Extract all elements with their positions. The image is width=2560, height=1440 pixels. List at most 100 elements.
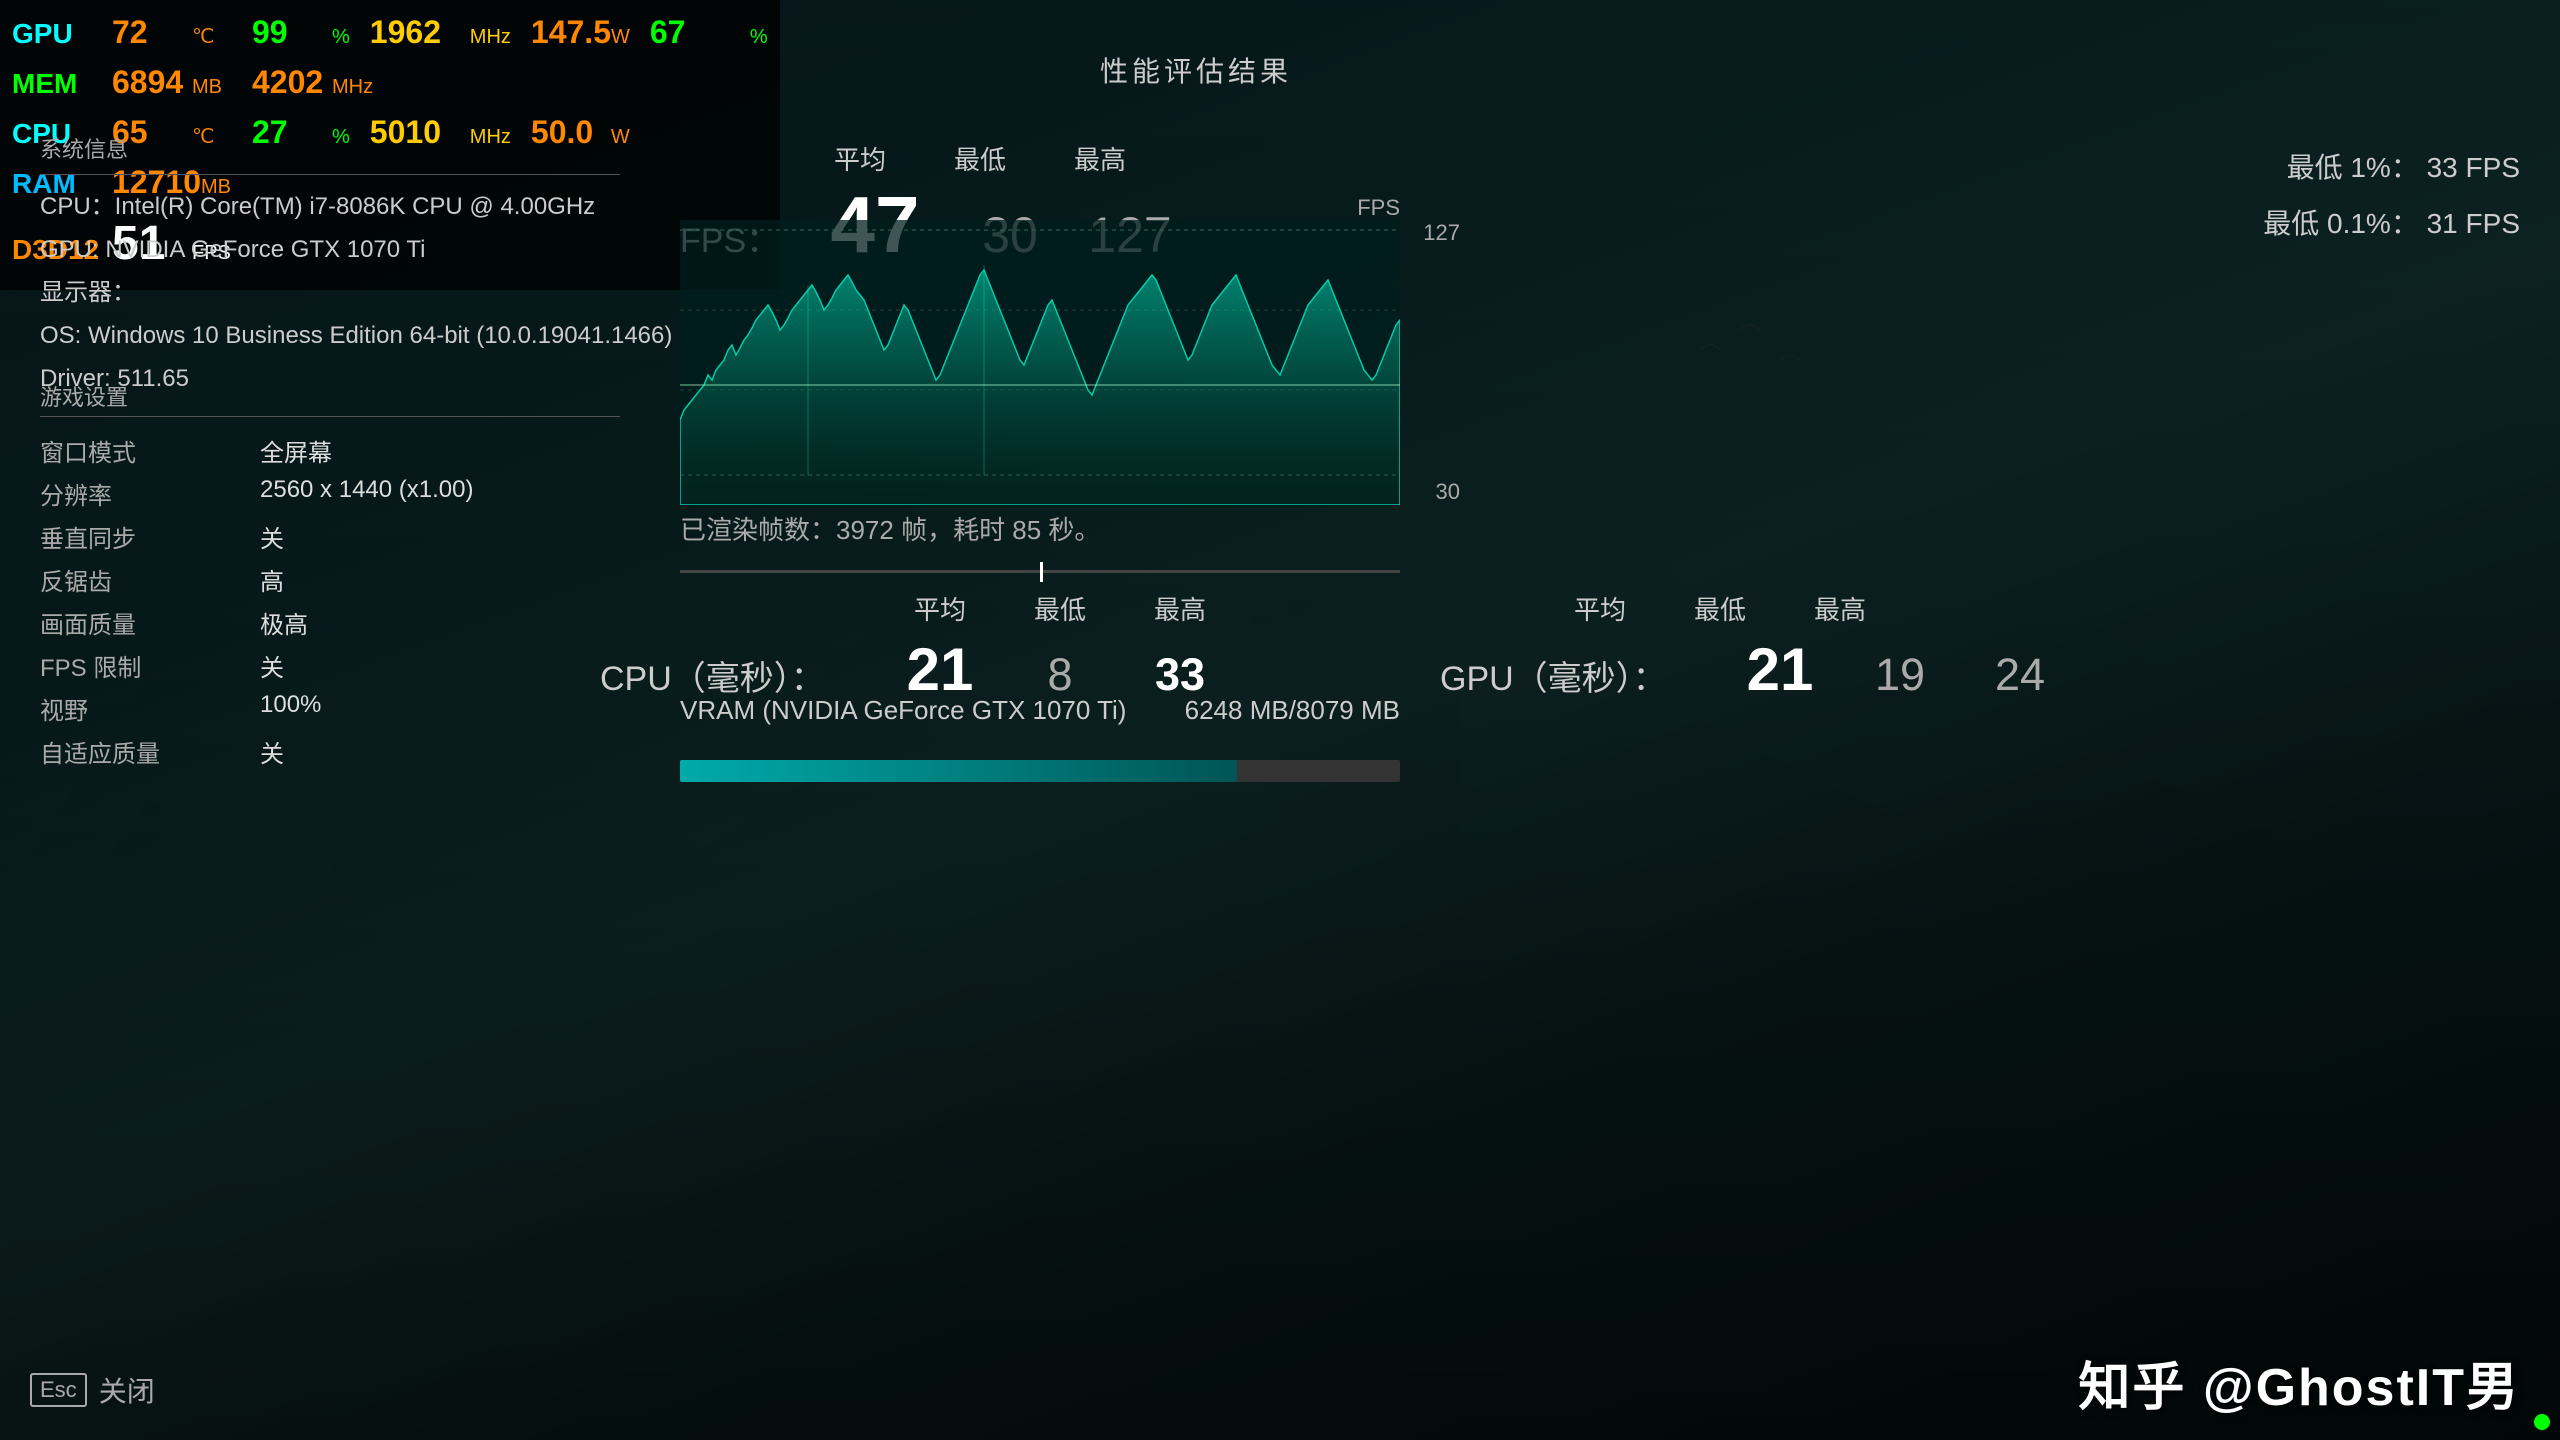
hud-gpu-usage-unit: % — [332, 22, 350, 52]
timeline-scrubber[interactable] — [680, 570, 1400, 573]
setting-fps-limit: FPS 限制 关 — [40, 648, 620, 683]
ms-avg-header: 平均 — [880, 590, 1000, 627]
pct1-row: 最低 1%： 33 FPS — [2263, 140, 2520, 196]
sys-info-title: 系统信息 — [40, 130, 620, 175]
ms-min-header: 最低 — [1000, 590, 1120, 627]
pct01-row: 最低 0.1%： 31 FPS — [2263, 196, 2520, 252]
cpu-ms-max: 33 — [1120, 649, 1240, 701]
pct01-val: 31 FPS — [2427, 208, 2520, 239]
sys-gpu-info: GPU: NVIDIA GeForce GTX 1070 Ti — [40, 228, 672, 271]
pct01-label: 最低 0.1%： — [2263, 208, 2419, 239]
vram-total: 8079 — [1296, 695, 1354, 725]
setting-aa-val: 高 — [260, 562, 284, 597]
setting-resolution: 分辨率 2560 x 1440 (x1.00) — [40, 476, 620, 511]
fps-max-header: 最高 — [1040, 140, 1160, 177]
cpu-ms-label: CPU（毫秒）： — [600, 651, 880, 700]
setting-quality: 画面质量 极高 — [40, 605, 620, 640]
hud-gpu-label: GPU — [12, 13, 112, 55]
render-info: 已渲染帧数：3972 帧，耗时 85 秒。 — [680, 510, 1100, 547]
setting-vsync-val: 关 — [260, 519, 284, 554]
hud-gpu-power: 147.5 — [531, 8, 611, 56]
setting-window-mode-val: 全屏幕 — [260, 433, 332, 468]
setting-adaptive-val: 关 — [260, 734, 284, 769]
setting-aa-key: 反锯齿 — [40, 562, 260, 597]
game-settings-title: 游戏设置 — [40, 380, 620, 417]
hud-mem-val: 6894 — [112, 58, 192, 106]
setting-fov: 视野 100% — [40, 691, 620, 726]
setting-window-mode-key: 窗口模式 — [40, 433, 260, 468]
hud-mem-row: MEM 6894MB 4202MHz — [12, 58, 768, 106]
setting-quality-val: 极高 — [260, 605, 308, 640]
ms-gpu-min-header: 最低 — [1660, 590, 1780, 627]
hud-gpu-power-unit: W — [611, 22, 630, 52]
setting-fps-limit-key: FPS 限制 — [40, 648, 260, 683]
fps-chart-area: FPS 127 30 — [680, 220, 1400, 505]
setting-adaptive: 自适应质量 关 — [40, 734, 620, 769]
sys-display-info: 显示器： — [40, 271, 672, 314]
vram-bar-background — [680, 760, 1400, 782]
fps-col-headers: 平均 最低 最高 — [800, 140, 1380, 177]
system-info-panel: 系统信息 CPU：Intel(R) Core(TM) i7-8086K CPU … — [40, 130, 672, 401]
hud-gpu-vram-unit: % — [750, 22, 768, 52]
setting-window-mode: 窗口模式 全屏幕 — [40, 433, 620, 468]
ms-max-header: 最高 — [1120, 590, 1240, 627]
setting-adaptive-key: 自适应质量 — [40, 734, 260, 769]
esc-key-label: Esc — [30, 1373, 87, 1407]
hud-gpu-vram: 67 — [650, 8, 750, 56]
hud-gpu-usage: 99 — [252, 8, 332, 56]
setting-fov-key: 视野 — [40, 691, 260, 726]
hud-gpu-temp-unit: ℃ — [192, 22, 232, 52]
gpu-ms-avg: 21 — [1720, 635, 1840, 704]
status-indicator — [2534, 1414, 2550, 1430]
hud-mem-label: MEM — [12, 63, 112, 105]
ms-gpu-max-header: 最高 — [1780, 590, 1900, 627]
setting-aa: 反锯齿 高 — [40, 562, 620, 597]
vram-bar-fill — [680, 760, 1237, 782]
chart-ymin: 30 — [1436, 479, 1460, 505]
vram-section: VRAM (NVIDIA GeForce GTX 1070 Ti) 6248 M… — [680, 695, 1400, 782]
perf-title: 性能评估结果 — [1100, 50, 1292, 90]
setting-vsync-key: 垂直同步 — [40, 519, 260, 554]
hud-mem-clock-unit: MHz — [332, 72, 373, 102]
watermark: 知乎 @GhostIT男 — [2078, 1345, 2520, 1420]
cpu-ms-avg: 21 — [880, 635, 1000, 704]
chart-fps-label: FPS — [1357, 195, 1400, 221]
close-button[interactable]: Esc 关闭 — [30, 1370, 155, 1410]
fps-avg-header: 平均 — [800, 140, 920, 177]
ms-spacer — [1240, 590, 1540, 627]
pct1-label: 最低 1%： — [2287, 152, 2419, 183]
sys-os-info: OS: Windows 10 Business Edition 64-bit (… — [40, 314, 672, 357]
ms-col-headers: 平均 最低 最高 平均 最低 最高 — [880, 590, 2500, 627]
vram-values: 6248 MB/8079 MB — [1185, 695, 1400, 726]
fps-percentiles: 最低 1%： 33 FPS 最低 0.1%： 31 FPS — [2263, 140, 2520, 252]
cpu-ms-min: 8 — [1000, 649, 1120, 701]
hud-mem-unit: MB — [192, 72, 232, 102]
gpu-ms-max: 24 — [1960, 649, 2080, 701]
hud-gpu-row: GPU 72℃ 99% 1962MHz 147.5W 67% — [12, 8, 768, 56]
fps-chart-svg — [680, 220, 1400, 505]
setting-fov-val: 100% — [260, 691, 321, 726]
sys-cpu-info: CPU：Intel(R) Core(TM) i7-8086K CPU @ 4.0… — [40, 185, 672, 228]
hud-gpu-clock: 1962 — [370, 8, 470, 56]
timeline-marker[interactable] — [1040, 562, 1043, 582]
gpu-ms-label: GPU（毫秒）： — [1440, 651, 1720, 700]
fps-min-header: 最低 — [920, 140, 1040, 177]
hud-gpu-clock-unit: MHz — [470, 22, 511, 52]
setting-fps-limit-val: 关 — [260, 648, 284, 683]
ms-section: 平均 最低 最高 平均 最低 最高 CPU（毫秒）： 21 8 33 GPU（毫… — [600, 590, 2500, 712]
pct1-val: 33 FPS — [2427, 152, 2520, 183]
vram-label: VRAM (NVIDIA GeForce GTX 1070 Ti) — [680, 695, 1126, 726]
ms-cpu-row: CPU（毫秒）： 21 8 33 GPU（毫秒）： 21 19 24 — [600, 635, 2500, 704]
gpu-ms-min: 19 — [1840, 649, 1960, 701]
game-settings-panel: 游戏设置 窗口模式 全屏幕 分辨率 2560 x 1440 (x1.00) 垂直… — [40, 380, 620, 777]
vram-used: 6248 — [1185, 695, 1243, 725]
hud-mem-clock: 4202 — [252, 58, 332, 106]
setting-quality-key: 画面质量 — [40, 605, 260, 640]
close-label: 关闭 — [99, 1370, 155, 1410]
chart-ymax: 127 — [1423, 220, 1460, 246]
setting-resolution-val: 2560 x 1440 (x1.00) — [260, 476, 473, 511]
setting-vsync: 垂直同步 关 — [40, 519, 620, 554]
ms-gpu-avg-header: 平均 — [1540, 590, 1660, 627]
setting-resolution-key: 分辨率 — [40, 476, 260, 511]
hud-gpu-temp: 72 — [112, 8, 192, 56]
